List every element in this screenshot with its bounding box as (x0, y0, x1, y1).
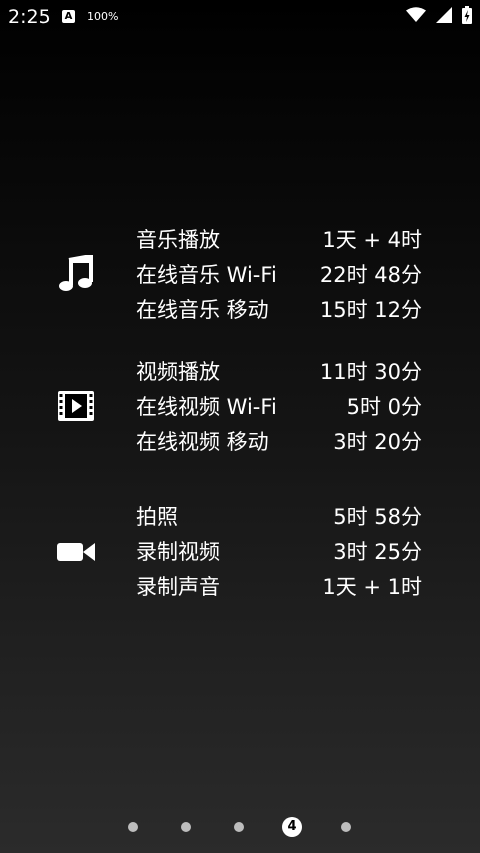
page-dot-2[interactable] (181, 822, 191, 832)
row-label: 拍照 (136, 505, 178, 529)
row-value: 1天 + 4时 (322, 228, 422, 252)
row-value: 22时 48分 (319, 263, 422, 287)
music-note-icon (56, 254, 96, 294)
row-label: 在线音乐 Wi-Fi (136, 263, 277, 287)
row-value: 15时 12分 (319, 298, 422, 322)
status-icons (406, 6, 472, 24)
row-label: 录制视频 (136, 540, 220, 564)
online-video-mobile-row: 在线视频 移动 3时 20分 (136, 424, 422, 458)
online-video-wifi-row: 在线视频 Wi-Fi 5时 0分 (136, 389, 422, 423)
row-label: 在线音乐 移动 (136, 298, 269, 322)
battery-percentage: 100% (87, 10, 119, 23)
music-playback-row: 音乐播放 1天 + 4时 (136, 222, 422, 256)
online-music-wifi-row: 在线音乐 Wi-Fi 22时 48分 (136, 257, 422, 291)
record-audio-row: 录制声音 1天 + 1时 (136, 569, 422, 603)
row-label: 在线视频 移动 (136, 430, 269, 454)
online-music-mobile-row: 在线音乐 移动 15时 12分 (136, 292, 422, 326)
wifi-icon (406, 7, 426, 22)
status-bar: 2:25 A 100% (0, 0, 480, 34)
video-camera-icon (56, 532, 96, 572)
page-dot-1[interactable] (128, 822, 138, 832)
row-value: 5时 0分 (346, 395, 422, 419)
battery-charging-icon (462, 6, 472, 24)
row-label: 录制声音 (136, 575, 220, 599)
row-label: 音乐播放 (136, 228, 220, 252)
take-photo-row: 拍照 5时 58分 (136, 499, 422, 533)
video-playback-row: 视频播放 11时 30分 (136, 354, 422, 388)
page-dot-5[interactable] (341, 822, 351, 832)
row-label: 视频播放 (136, 360, 220, 384)
music-section: 音乐播放 1天 + 4时 在线音乐 Wi-Fi 22时 48分 在线音乐 移动 … (0, 222, 480, 332)
page-dot-active[interactable]: 4 (282, 817, 302, 837)
row-value: 11时 30分 (319, 360, 422, 384)
record-video-row: 录制视频 3时 25分 (136, 534, 422, 568)
row-label: 在线视频 Wi-Fi (136, 395, 277, 419)
notification-badge-icon: A (62, 10, 75, 23)
row-value: 1天 + 1时 (322, 575, 422, 599)
page-dot-3[interactable] (234, 822, 244, 832)
video-film-icon (56, 386, 96, 426)
status-time: 2:25 (8, 6, 51, 28)
row-value: 3时 25分 (333, 540, 422, 564)
page-indicator: 4 (0, 814, 480, 840)
signal-icon (436, 7, 452, 23)
video-section: 视频播放 11时 30分 在线视频 Wi-Fi 5时 0分 在线视频 移动 3时… (0, 354, 480, 464)
row-value: 3时 20分 (333, 430, 422, 454)
row-value: 5时 58分 (333, 505, 422, 529)
camera-section: 拍照 5时 58分 录制视频 3时 25分 录制声音 1天 + 1时 (0, 499, 480, 609)
